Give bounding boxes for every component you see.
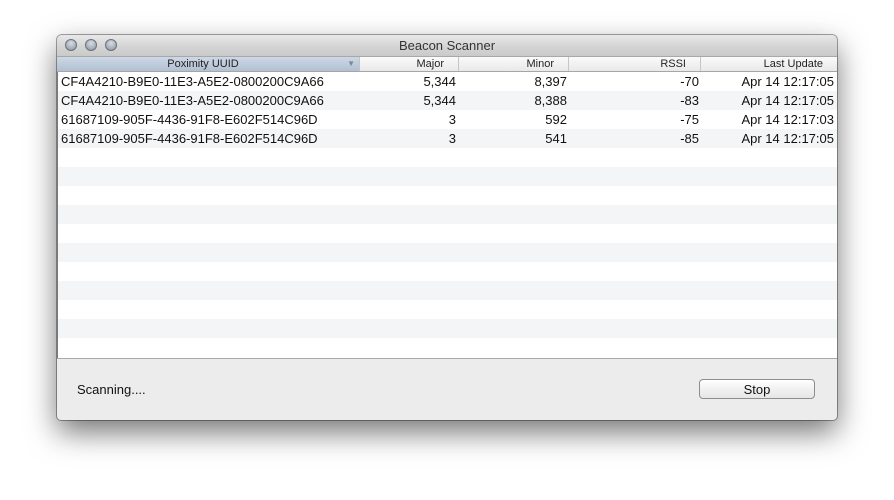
minor-cell: 8,397 bbox=[534, 74, 567, 89]
column-header-label: Poximity UUID bbox=[167, 58, 239, 70]
column-header-last-update[interactable]: Last Update bbox=[701, 57, 837, 71]
minor-cell: 8,388 bbox=[534, 93, 567, 108]
major-cell: 3 bbox=[448, 112, 456, 127]
empty-row bbox=[58, 300, 837, 319]
rssi-cell: -83 bbox=[680, 93, 699, 108]
last-update-cell: Apr 14 12:17:03 bbox=[741, 112, 834, 127]
minor-cell: 592 bbox=[545, 112, 567, 127]
major-cell: 5,344 bbox=[423, 93, 456, 108]
rssi-cell: -70 bbox=[680, 74, 699, 89]
table-header: Poximity UUID ▼ Major Minor RSSI Last Up… bbox=[57, 57, 837, 72]
beacon-scanner-window: Beacon Scanner Poximity UUID ▼ Major Min… bbox=[57, 35, 837, 420]
rssi-cell: -75 bbox=[680, 112, 699, 127]
column-header-label: Last Update bbox=[763, 58, 823, 70]
major-cell: 3 bbox=[448, 131, 456, 146]
uuid-cell: 61687109-905F-4436-91F8-E602F514C96D bbox=[61, 131, 318, 146]
table-row[interactable]: CF4A4210-B9E0-11E3-A5E2-0800200C9A66 5,3… bbox=[58, 72, 837, 91]
column-header-label: Major bbox=[416, 58, 444, 70]
table-row[interactable]: 61687109-905F-4436-91F8-E602F514C96D 3 5… bbox=[58, 129, 837, 148]
window-title: Beacon Scanner bbox=[398, 38, 496, 53]
empty-row bbox=[58, 319, 837, 338]
minor-cell: 541 bbox=[545, 131, 567, 146]
empty-row bbox=[58, 186, 837, 205]
last-update-cell: Apr 14 12:17:05 bbox=[741, 93, 834, 108]
divider bbox=[57, 358, 837, 359]
uuid-cell: 61687109-905F-4436-91F8-E602F514C96D bbox=[61, 112, 318, 127]
column-header-label: RSSI bbox=[660, 58, 686, 70]
empty-row bbox=[58, 148, 837, 167]
empty-row bbox=[58, 262, 837, 281]
table-row[interactable]: CF4A4210-B9E0-11E3-A5E2-0800200C9A66 5,3… bbox=[58, 91, 837, 110]
title-bar[interactable]: Beacon Scanner bbox=[57, 35, 837, 57]
column-header-rssi[interactable]: RSSI bbox=[569, 57, 701, 71]
rssi-cell: -85 bbox=[680, 131, 699, 146]
last-update-cell: Apr 14 12:17:05 bbox=[741, 131, 834, 146]
sort-descending-icon: ▼ bbox=[347, 59, 355, 68]
beacon-table[interactable]: CF4A4210-B9E0-11E3-A5E2-0800200C9A66 5,3… bbox=[57, 72, 837, 358]
column-header-minor[interactable]: Minor bbox=[459, 57, 569, 71]
empty-row bbox=[58, 167, 837, 186]
major-cell: 5,344 bbox=[423, 74, 456, 89]
empty-row bbox=[58, 243, 837, 262]
empty-row bbox=[58, 281, 837, 300]
empty-row bbox=[58, 205, 837, 224]
uuid-cell: CF4A4210-B9E0-11E3-A5E2-0800200C9A66 bbox=[61, 93, 324, 108]
uuid-cell: CF4A4210-B9E0-11E3-A5E2-0800200C9A66 bbox=[61, 74, 324, 89]
column-header-major[interactable]: Major bbox=[360, 57, 459, 71]
stop-button[interactable]: Stop bbox=[699, 379, 815, 399]
column-header-uuid[interactable]: Poximity UUID ▼ bbox=[57, 57, 360, 71]
empty-row bbox=[58, 338, 837, 357]
last-update-cell: Apr 14 12:17:05 bbox=[741, 74, 834, 89]
table-row[interactable]: 61687109-905F-4436-91F8-E602F514C96D 3 5… bbox=[58, 110, 837, 129]
column-header-label: Minor bbox=[526, 58, 554, 70]
status-label: Scanning.... bbox=[77, 382, 146, 397]
empty-row bbox=[58, 224, 837, 243]
